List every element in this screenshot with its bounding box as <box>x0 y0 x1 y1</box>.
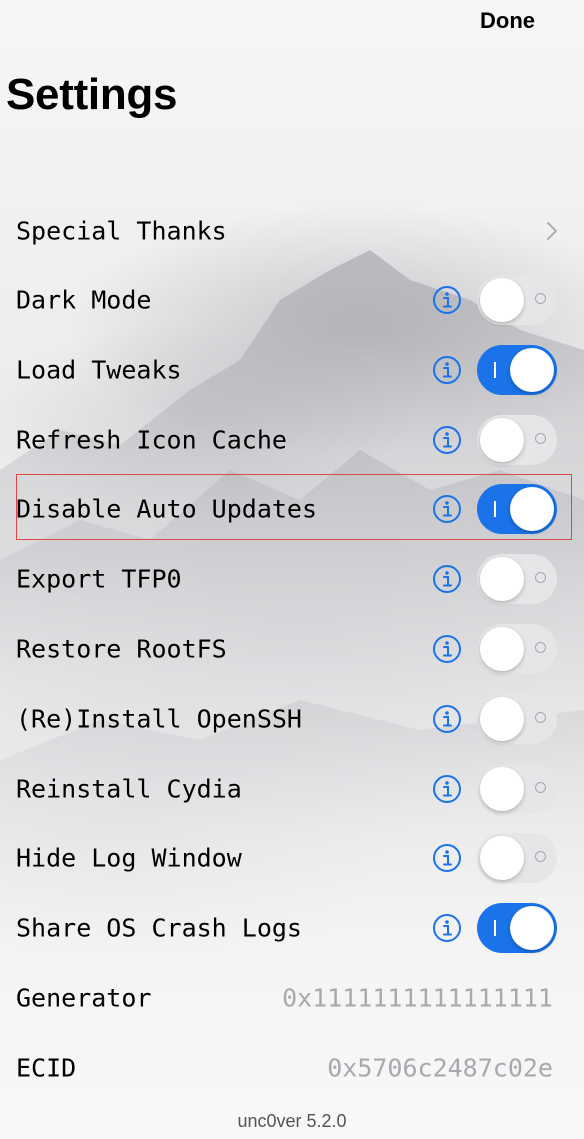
version-label: unc0ver 5.2.0 <box>237 1111 347 1131</box>
toggle-knob <box>510 487 554 531</box>
toggle-knob <box>480 278 524 322</box>
setting-label: Load Tweaks <box>16 355 182 385</box>
chevron-right-icon <box>547 222 557 240</box>
toggle-off-mark <box>535 851 546 862</box>
toggle-switch[interactable] <box>477 415 557 465</box>
toggle-off-mark <box>535 642 546 653</box>
toggle-knob <box>480 627 524 671</box>
toggle-switch[interactable] <box>477 345 557 395</box>
setting-label: Reinstall Cydia <box>16 774 242 804</box>
info-icon[interactable] <box>432 285 462 315</box>
toggle-knob <box>480 836 524 880</box>
setting-label: (Re)Install OpenSSH <box>16 704 302 734</box>
toggle-switch[interactable] <box>477 484 557 534</box>
value-label: ECID <box>16 1053 77 1083</box>
setting-row-re-install-openssh: (Re)Install OpenSSH <box>0 684 584 754</box>
page-title: Settings <box>6 70 178 119</box>
setting-label: Dark Mode <box>16 285 152 315</box>
toggle-switch[interactable] <box>477 833 557 883</box>
toggle-off-mark <box>535 782 546 793</box>
toggle-off-mark <box>535 433 546 444</box>
toggle-switch[interactable] <box>477 694 557 744</box>
toggle-off-mark <box>535 293 546 304</box>
setting-row-export-tfp0: Export TFP0 <box>0 544 584 614</box>
toggle-on-mark <box>494 362 496 378</box>
info-icon[interactable] <box>432 494 462 524</box>
setting-row-dark-mode: Dark Mode <box>0 265 584 335</box>
setting-label: Export TFP0 <box>16 564 182 594</box>
special-thanks-row[interactable]: Special Thanks <box>0 196 584 266</box>
toggle-on-mark <box>494 501 496 517</box>
setting-row-reinstall-cydia: Reinstall Cydia <box>0 754 584 824</box>
value-row-ecid[interactable]: ECID 0x5706c2487c02e <box>0 1033 584 1103</box>
info-icon[interactable] <box>432 634 462 664</box>
toggle-off-mark <box>535 572 546 583</box>
toggle-switch[interactable] <box>477 275 557 325</box>
setting-label: Disable Auto Updates <box>16 494 318 524</box>
setting-label: Refresh Icon Cache <box>16 425 287 455</box>
info-icon[interactable] <box>432 704 462 734</box>
toggle-switch[interactable] <box>477 554 557 604</box>
setting-label: Restore RootFS <box>16 634 227 664</box>
setting-row-refresh-icon-cache: Refresh Icon Cache <box>0 405 584 475</box>
toggle-knob <box>480 557 524 601</box>
toggle-switch[interactable] <box>477 764 557 814</box>
setting-row-share-os-crash-logs: Share OS Crash Logs <box>0 893 584 963</box>
setting-row-load-tweaks: Load Tweaks <box>0 335 584 405</box>
info-icon[interactable] <box>432 425 462 455</box>
info-icon[interactable] <box>432 843 462 873</box>
info-icon[interactable] <box>432 564 462 594</box>
toggle-knob <box>480 418 524 462</box>
setting-row-restore-rootfs: Restore RootFS <box>0 614 584 684</box>
toggle-off-mark <box>535 712 546 723</box>
value-label: Generator <box>16 983 152 1013</box>
value-row-generator[interactable]: Generator 0x1111111111111111 <box>0 963 584 1033</box>
done-button[interactable]: Done <box>480 8 535 34</box>
value-field[interactable]: 0x5706c2487c02e <box>327 1054 553 1083</box>
info-icon[interactable] <box>432 774 462 804</box>
info-icon[interactable] <box>432 355 462 385</box>
setting-label: Share OS Crash Logs <box>16 913 302 943</box>
value-field[interactable]: 0x1111111111111111 <box>282 984 553 1013</box>
toggle-knob <box>480 767 524 811</box>
toggle-switch[interactable] <box>477 903 557 953</box>
info-icon[interactable] <box>432 913 462 943</box>
setting-label: Hide Log Window <box>16 843 242 873</box>
toggle-knob <box>510 906 554 950</box>
toggle-switch[interactable] <box>477 624 557 674</box>
setting-row-hide-log-window: Hide Log Window <box>0 823 584 893</box>
special-thanks-label: Special Thanks <box>16 216 227 246</box>
setting-row-disable-auto-updates: Disable Auto Updates <box>0 474 584 544</box>
toggle-knob <box>480 697 524 741</box>
toggle-on-mark <box>494 920 496 936</box>
toggle-knob <box>510 348 554 392</box>
